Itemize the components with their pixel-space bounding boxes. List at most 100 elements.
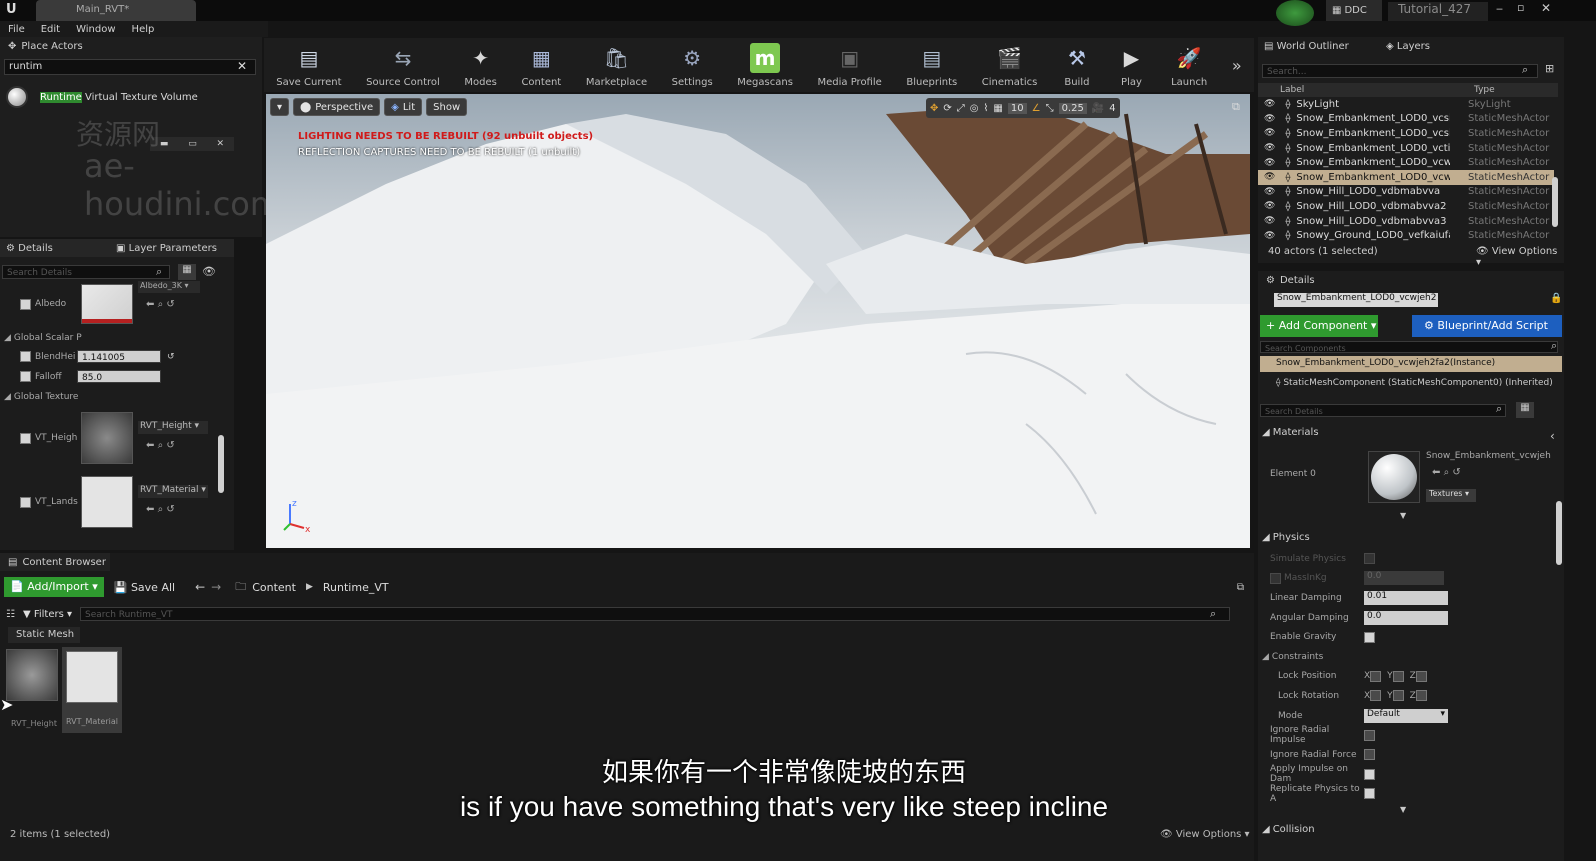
world-local-icon[interactable]: ◎ — [970, 103, 979, 114]
reset-icon[interactable]: ↺ — [166, 299, 174, 310]
level-viewport[interactable]: ▾ ⬤ Perspective ◈ Lit Show LIGHTING NEEDS … — [266, 94, 1250, 548]
property-matrix-icon[interactable]: ▦ — [1516, 402, 1534, 418]
toolbar-button-cinematics[interactable]: 🎬 Cinematics — [982, 38, 1038, 92]
vt-height-thumbnail[interactable] — [81, 412, 133, 464]
vt-landscape-select[interactable]: RVT_Material ▾ — [138, 485, 208, 498]
perspective-button[interactable]: ⬤ Perspective — [293, 98, 381, 116]
maximize-viewport-icon[interactable]: ⧉ — [1232, 100, 1240, 114]
enable-gravity-checkbox[interactable] — [1364, 631, 1375, 643]
save-all-button[interactable]: 💾 Save All — [114, 581, 175, 594]
menu-window[interactable]: Window — [76, 24, 115, 35]
outliner-col-type[interactable]: Type — [1474, 85, 1495, 95]
blueprint-script-button[interactable]: ⚙ Blueprint/Add Script — [1412, 315, 1562, 337]
visibility-eye-icon[interactable]: 👁 — [1264, 99, 1275, 109]
use-asset-icon[interactable]: ⬅ — [146, 299, 154, 310]
visibility-eye-icon[interactable]: 👁 — [1264, 158, 1275, 168]
level-tab[interactable]: Main_RVT* — [36, 0, 196, 21]
scale-icon[interactable]: ⤢ — [957, 103, 965, 114]
collapse-panel-icon[interactable]: ‹ — [1550, 429, 1555, 443]
add-component-button[interactable]: + Add Component ▾ — [1260, 315, 1378, 337]
show-button[interactable]: Show — [426, 98, 468, 116]
minimize-icon[interactable]: ‒ — [1496, 2, 1503, 15]
layer-params-tab[interactable]: ▣ Layer Parameters — [116, 243, 217, 254]
linear-damping-input[interactable]: 0.01 — [1364, 590, 1448, 605]
content-browser-tab[interactable]: ▤ Content Browser — [0, 553, 110, 571]
blendheight-input[interactable]: 1.141005 — [77, 350, 161, 363]
scale-snap-value[interactable]: 0.25 — [1058, 102, 1087, 114]
toolbar-button-media-profile[interactable]: ▣ Media Profile — [817, 38, 881, 92]
vt-height-select[interactable]: RVT_Height ▾ — [138, 421, 208, 434]
material-thumbnail[interactable] — [1368, 451, 1420, 503]
visibility-eye-icon[interactable]: 👁 — [202, 265, 216, 278]
toolbar-button-megascans[interactable]: m Megascans — [737, 38, 793, 92]
camera-speed-icon[interactable]: 🎥 — [1092, 103, 1104, 114]
asset-tile-rvt-height[interactable]: RVT_Height — [6, 649, 62, 731]
outliner-row[interactable]: 👁 ⟠ Snowy_Ground_LOD0_vefkaiufa StaticMeshA… — [1258, 228, 1554, 241]
reset-blendheight-icon[interactable]: ↺ — [167, 352, 175, 362]
path-content[interactable]: Content — [252, 581, 296, 594]
details-tab[interactable]: ⚙ Details — [0, 243, 116, 254]
outliner-row[interactable]: 👁 ⟠ SkyLight SkyLight — [1258, 97, 1554, 112]
instance-row[interactable]: Snow_Embankment_LOD0_vcwjeh2fa2(Instance… — [1260, 356, 1562, 372]
toolbar-button-save-current[interactable]: ▤ Save Current — [276, 38, 341, 92]
menu-help[interactable]: Help — [132, 24, 155, 35]
lock-rot-z-checkbox[interactable] — [1415, 690, 1427, 702]
forward-arrow-icon[interactable]: → — [211, 580, 221, 594]
menu-edit[interactable]: Edit — [41, 24, 60, 35]
right-details-scrollbar[interactable] — [1556, 501, 1562, 565]
snap-grid-value[interactable]: 10 — [1007, 102, 1027, 114]
outliner-scrollbar[interactable] — [1552, 177, 1558, 227]
right-details-tab[interactable]: ⚙ Details — [1258, 271, 1564, 289]
outliner-row[interactable]: 👁 ⟠ Snow_Hill_LOD0_vdbmabvva2 StaticMeshAct… — [1258, 199, 1554, 214]
browse-asset-icon[interactable]: ⌕ — [158, 504, 164, 515]
world-outliner-tab[interactable]: ▤ World Outliner — [1264, 41, 1386, 52]
outliner-row[interactable]: 👁 ⟠ Snow_Hill_LOD0_vdbmabvva3 StaticMeshAct… — [1258, 214, 1554, 229]
browse-asset-icon[interactable]: ⌕ — [1444, 467, 1450, 478]
albedo-texture-select[interactable]: Albedo_3K ▾ — [138, 281, 200, 293]
scale-snap-icon[interactable]: ⤡ — [1046, 103, 1054, 114]
add-filter-icon[interactable]: ⊞ — [1545, 62, 1554, 75]
dock-icon[interactable]: ⧉ — [1237, 582, 1244, 593]
falloff-input[interactable]: 85.0 — [77, 370, 161, 383]
vt-landscape-thumbnail[interactable] — [81, 476, 133, 528]
component-row[interactable]: ⟠ StaticMeshComponent (StaticMeshCompone… — [1276, 378, 1553, 388]
outliner-view-options[interactable]: 👁 View Options ▾ — [1476, 246, 1564, 268]
path-runtime-vt[interactable]: Runtime_VT — [323, 581, 389, 594]
reset-icon[interactable]: ↺ — [166, 504, 174, 515]
outliner-row[interactable]: 👁 ⟠ Snow_Embankment_LOD0_vcsibaa StaticMesh… — [1258, 126, 1554, 141]
outliner-col-label[interactable]: Label — [1280, 85, 1474, 95]
actor-name-field[interactable]: Snow_Embankment_LOD0_vcwjeh2 — [1274, 293, 1438, 307]
mode-dropdown[interactable]: Default ▾ — [1364, 708, 1448, 723]
mass-input[interactable]: 0.0 — [1364, 571, 1444, 586]
ignore-radial-impulse-checkbox[interactable] — [1364, 729, 1375, 741]
rotate-icon[interactable]: ⟳ — [943, 103, 951, 114]
components-search[interactable]: Search Components — [1260, 341, 1558, 353]
visibility-eye-icon[interactable]: 👁 — [1264, 201, 1275, 211]
grid-view-icon[interactable]: ▦ — [178, 264, 196, 280]
lock-pos-y-checkbox[interactable] — [1392, 670, 1404, 682]
outliner-row[interactable]: 👁 ⟠ Snow_Embankment_LOD0_vcwjeh2 StaticMesh… — [1258, 169, 1554, 185]
surface-snap-icon[interactable]: ⌇ — [984, 103, 989, 114]
visibility-eye-icon[interactable]: 👁 — [1264, 172, 1275, 182]
toolbar-overflow-icon[interactable]: » — [1232, 56, 1242, 75]
lock-pos-z-checkbox[interactable] — [1415, 670, 1427, 682]
viewport-menu-button[interactable]: ▾ — [270, 98, 290, 116]
content-search[interactable]: Search Runtime_VT — [80, 607, 1231, 621]
constraints-header[interactable]: ◢ Constraints — [1262, 647, 1562, 667]
toolbar-button-settings[interactable]: ⚙ Settings — [672, 38, 713, 92]
toolbar-button-modes[interactable]: ✦ Modes — [464, 38, 496, 92]
toolbar-button-source-control[interactable]: ⇆ Source Control — [366, 38, 440, 92]
reset-icon[interactable]: ↺ — [166, 440, 174, 451]
mass-checkbox[interactable] — [1270, 572, 1281, 584]
materials-expand-icon[interactable]: ▼ — [1400, 511, 1406, 520]
falloff-checkbox[interactable] — [20, 371, 31, 382]
toolbar-button-blueprints[interactable]: ▤ Blueprints — [906, 38, 957, 92]
close-window-icon[interactable]: ✕ — [1541, 1, 1551, 15]
lock-pos-x-checkbox[interactable] — [1370, 670, 1382, 682]
reset-icon[interactable]: ↺ — [1452, 467, 1460, 478]
actor-result-item[interactable]: Runtime Virtual Texture Volume — [6, 85, 256, 109]
albedo-thumbnail[interactable] — [81, 284, 133, 324]
visibility-eye-icon[interactable]: 👁 — [1264, 231, 1275, 241]
outliner-search[interactable]: Search... — [1262, 64, 1538, 78]
angular-damping-input[interactable]: 0.0 — [1364, 610, 1448, 625]
